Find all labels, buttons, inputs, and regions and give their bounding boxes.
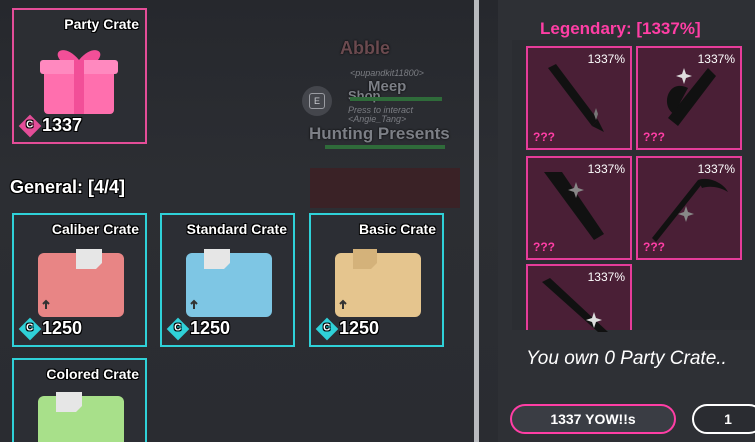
cyan-gem-icon: C [166,317,190,340]
colored-box-icon [38,392,124,442]
standard-crate-price-value: 1250 [190,318,231,338]
standard-crate-card[interactable]: Standard Crate C 1250 [160,213,295,347]
item-drop-chance: 1337% [697,52,735,66]
cyan-gem-icon: C [18,317,42,340]
game-scene: Abble <pupandkit11800> Meep Shop Press t… [0,0,755,442]
basic-crate-price: C 1250 [315,317,380,340]
player-name-tag: Abble [340,38,391,58]
player-user-tag: <pupandkit11800> [350,68,424,78]
basic-crate-name: Basic Crate [358,221,436,237]
standard-crate-price: C 1250 [166,317,231,340]
world-backdrop [310,168,460,208]
colored-crate-name: Colored Crate [46,366,139,382]
ownership-status: You own 0 Party Crate.. [526,348,727,369]
party-crate-price-value: 1337 [42,115,83,135]
legendary-item-4[interactable]: 1337% ??? [636,156,742,260]
standard-crate-name: Standard Crate [186,221,287,237]
legendary-item-1[interactable]: 1337% ??? [526,46,632,150]
party-crate-name: Party Crate [64,16,139,32]
item-drop-chance: 1337% [587,52,625,66]
npc-health-bar [350,97,442,101]
caliber-box-icon [38,249,124,317]
caliber-crate-price-value: 1250 [42,318,83,338]
basic-box-icon [335,249,421,317]
item-name-hidden: ??? [643,240,665,254]
party-crate-price: C 1337 [18,114,83,137]
quest-label: Hunting Presents [309,124,450,143]
gift-box-icon [40,50,118,114]
legendary-item-5[interactable]: 1337% [526,264,632,332]
item-drop-chance: 1337% [587,162,625,176]
general-section-label: General: [4/4] [10,177,126,197]
buy-crate-button[interactable]: 1337 YOW!!s [510,404,676,434]
item-name-hidden: ??? [533,240,555,254]
basic-crate-price-value: 1250 [339,318,380,338]
basic-crate-card[interactable]: Basic Crate C 1250 [309,213,444,347]
legendary-item-2[interactable]: 1337% ??? [636,46,742,150]
quest-progress-bar [325,145,445,149]
caliber-crate-price: C 1250 [18,317,83,340]
e-key-icon: E [309,93,325,109]
legendary-item-3[interactable]: 1337% ??? [526,156,632,260]
list-scrollbar[interactable] [474,0,479,442]
cyan-gem-icon: C [315,317,339,340]
legendary-rarity-label: Legendary: [1337%] [540,19,701,38]
party-crate-card[interactable]: Party Crate C 1337 [12,8,147,144]
quantity-input[interactable]: 1 [692,404,755,434]
item-name-hidden: ??? [533,130,555,144]
caliber-crate-name: Caliber Crate [51,221,139,237]
caliber-crate-card[interactable]: Caliber Crate C 1250 [12,213,147,347]
second-user-tag: <Angie_Tang> [348,114,407,124]
standard-box-icon [186,249,272,317]
interact-prompt[interactable]: E [302,86,332,116]
item-drop-chance: 1337% [587,270,625,284]
pink-gem-icon: C [18,114,42,137]
item-drop-chance: 1337% [697,162,735,176]
colored-crate-card[interactable]: Colored Crate [12,358,147,442]
item-name-hidden: ??? [643,130,665,144]
